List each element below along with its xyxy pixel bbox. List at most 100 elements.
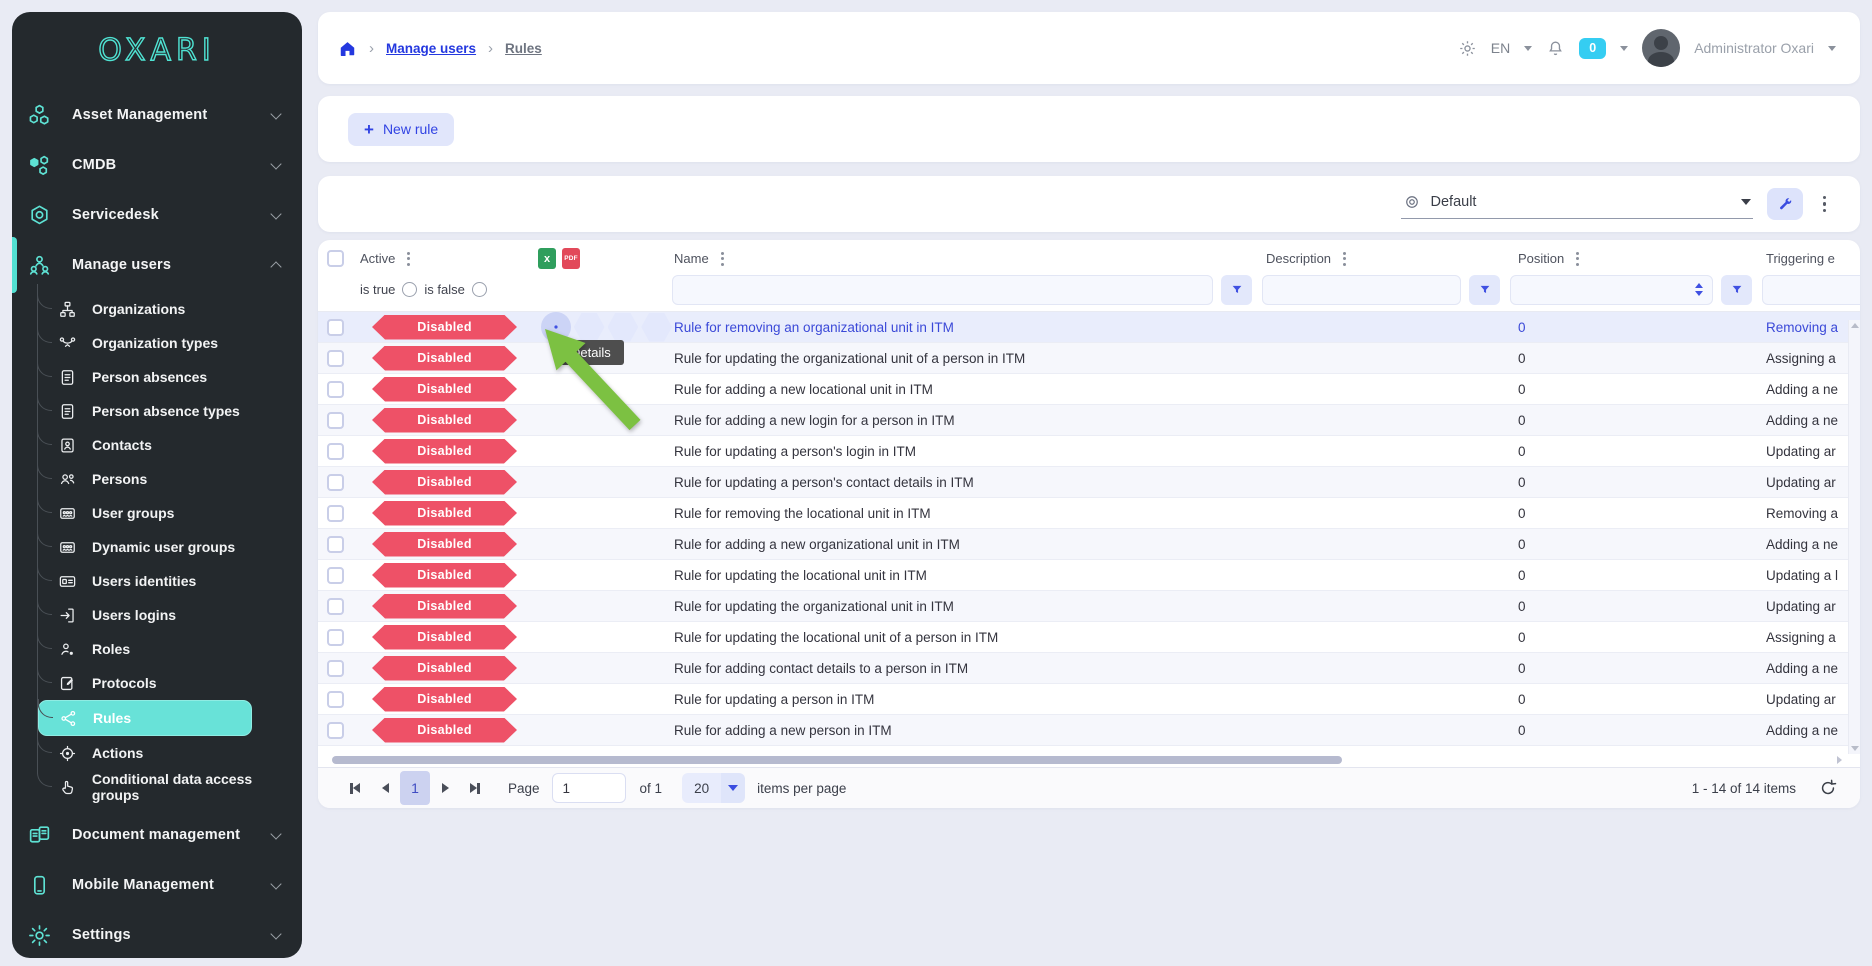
row-checkbox[interactable] bbox=[327, 412, 344, 429]
filter-is-false-radio[interactable] bbox=[472, 282, 487, 297]
row-checkbox[interactable] bbox=[327, 722, 344, 739]
rule-name[interactable]: Rule for updating a person in ITM bbox=[672, 692, 1262, 707]
new-rule-button[interactable]: + New rule bbox=[348, 113, 454, 146]
rule-name[interactable]: Rule for updating the locational unit in… bbox=[672, 568, 1262, 583]
last-page-button[interactable] bbox=[460, 773, 490, 803]
row-checkbox[interactable] bbox=[327, 660, 344, 677]
language-selector[interactable]: EN bbox=[1491, 40, 1510, 56]
column-menu-icon[interactable] bbox=[717, 250, 728, 268]
column-header-triggering[interactable]: Triggering e bbox=[1766, 251, 1835, 266]
rule-name[interactable]: Rule for updating the organizational uni… bbox=[672, 599, 1262, 614]
name-filter-input[interactable] bbox=[672, 275, 1213, 305]
triggering-filter-input[interactable] bbox=[1762, 275, 1860, 305]
refresh-icon[interactable] bbox=[1818, 778, 1838, 798]
rule-name[interactable]: Rule for updating a person's login in IT… bbox=[672, 444, 1262, 459]
row-checkbox[interactable] bbox=[327, 691, 344, 708]
rule-name[interactable]: Rule for adding a new login for a person… bbox=[672, 413, 1262, 428]
rule-name[interactable]: Rule for adding a new locational unit in… bbox=[672, 382, 1262, 397]
sidebar-item-roles[interactable]: Roles bbox=[12, 632, 302, 666]
next-page-button[interactable] bbox=[430, 773, 460, 803]
chevron-down-icon[interactable] bbox=[1620, 46, 1628, 51]
sidebar-item-person-absences[interactable]: Person absences bbox=[12, 360, 302, 394]
grid-settings-button[interactable] bbox=[1767, 188, 1803, 220]
first-page-button[interactable] bbox=[340, 773, 370, 803]
sidebar-item-conditional-data-access-groups[interactable]: Conditional data access groups bbox=[12, 770, 302, 804]
row-checkbox[interactable] bbox=[327, 536, 344, 553]
scroll-up-icon[interactable] bbox=[1851, 323, 1859, 328]
row-checkbox[interactable] bbox=[327, 319, 344, 336]
details-button[interactable] bbox=[541, 312, 571, 342]
description-filter-input[interactable] bbox=[1262, 275, 1461, 305]
settings-gear-icon[interactable] bbox=[1458, 39, 1477, 58]
position-filter-button[interactable] bbox=[1721, 275, 1752, 305]
sidebar-item-cmdb[interactable]: CMDB bbox=[12, 140, 302, 190]
sidebar-item-organizations[interactable]: Organizations bbox=[12, 292, 302, 326]
page-number-input[interactable] bbox=[552, 773, 626, 803]
row-checkbox[interactable] bbox=[327, 443, 344, 460]
row-checkbox[interactable] bbox=[327, 598, 344, 615]
notification-count-badge[interactable]: 0 bbox=[1579, 38, 1606, 59]
name-filter-button[interactable] bbox=[1221, 275, 1252, 305]
rule-name[interactable]: Rule for adding a new person in ITM bbox=[672, 723, 1262, 738]
breadcrumb-manage-users[interactable]: Manage users bbox=[386, 41, 476, 56]
breadcrumb-rules[interactable]: Rules bbox=[505, 41, 542, 56]
rule-name[interactable]: Rule for removing the locational unit in… bbox=[672, 506, 1262, 521]
column-menu-icon[interactable] bbox=[1572, 250, 1583, 268]
home-icon[interactable] bbox=[338, 39, 357, 58]
sidebar-item-asset-management[interactable]: Asset Management bbox=[12, 90, 302, 140]
column-header-description[interactable]: Description bbox=[1266, 251, 1331, 266]
sidebar-item-person-absence-types[interactable]: Person absence types bbox=[12, 394, 302, 428]
sidebar-item-contacts[interactable]: Contacts bbox=[12, 428, 302, 462]
current-page-button[interactable]: 1 bbox=[400, 771, 430, 805]
scroll-right-icon[interactable] bbox=[1837, 756, 1842, 764]
edit-button[interactable] bbox=[574, 313, 605, 342]
export-pdf-icon[interactable]: PDF bbox=[562, 248, 580, 269]
sidebar-item-users-identities[interactable]: Users identities bbox=[12, 564, 302, 598]
filter-is-true-radio[interactable] bbox=[402, 282, 417, 297]
sidebar-item-document-management[interactable]: Document management bbox=[12, 810, 302, 860]
position-stepper[interactable] bbox=[1695, 283, 1703, 296]
sidebar-item-users-logins[interactable]: Users logins bbox=[12, 598, 302, 632]
sidebar-item-user-groups[interactable]: User groups bbox=[12, 496, 302, 530]
items-per-page-select[interactable]: 20 bbox=[682, 773, 745, 803]
send-button[interactable] bbox=[641, 313, 672, 342]
row-checkbox[interactable] bbox=[327, 350, 344, 367]
description-filter-button[interactable] bbox=[1469, 275, 1500, 305]
sidebar-item-settings[interactable]: Settings bbox=[12, 910, 302, 958]
horizontal-scrollbar-thumb[interactable] bbox=[332, 756, 1342, 764]
vertical-scrollbar[interactable] bbox=[1848, 320, 1860, 754]
row-checkbox[interactable] bbox=[327, 474, 344, 491]
sidebar-item-rules[interactable]: Rules bbox=[38, 700, 252, 736]
rule-name[interactable]: Rule for updating the organizational uni… bbox=[672, 351, 1262, 366]
sidebar-item-actions[interactable]: Actions bbox=[12, 736, 302, 770]
user-name[interactable]: Administrator Oxari bbox=[1694, 40, 1814, 56]
select-all-checkbox[interactable] bbox=[327, 250, 344, 267]
sidebar-item-protocols[interactable]: Protocols bbox=[12, 666, 302, 700]
chevron-down-icon[interactable] bbox=[1828, 46, 1836, 51]
avatar[interactable] bbox=[1642, 29, 1680, 67]
toolbar-menu-button[interactable] bbox=[1817, 192, 1833, 217]
view-select[interactable]: Default bbox=[1401, 189, 1753, 219]
rule-name[interactable]: Rule for adding a new organizational uni… bbox=[672, 537, 1262, 552]
position-filter-input[interactable] bbox=[1510, 275, 1713, 305]
column-menu-icon[interactable] bbox=[1339, 250, 1350, 268]
rule-name[interactable]: Rule for updating the locational unit of… bbox=[672, 630, 1262, 645]
sidebar-item-mobile-management[interactable]: Mobile Management bbox=[12, 860, 302, 910]
delete-button[interactable] bbox=[608, 313, 639, 342]
horizontal-scrollbar[interactable] bbox=[318, 755, 1848, 765]
row-checkbox[interactable] bbox=[327, 629, 344, 646]
sidebar-item-dynamic-user-groups[interactable]: Dynamic user groups bbox=[12, 530, 302, 564]
row-checkbox[interactable] bbox=[327, 381, 344, 398]
chevron-down-icon[interactable] bbox=[1524, 46, 1532, 51]
sidebar-item-manage-users[interactable]: Manage users bbox=[12, 240, 302, 290]
column-header-position[interactable]: Position bbox=[1518, 251, 1564, 266]
sidebar-item-persons[interactable]: Persons bbox=[12, 462, 302, 496]
sidebar-item-organization-types[interactable]: Organization types bbox=[12, 326, 302, 360]
column-menu-icon[interactable] bbox=[403, 250, 414, 268]
scroll-down-icon[interactable] bbox=[1851, 746, 1859, 751]
notifications-bell-icon[interactable] bbox=[1546, 39, 1565, 58]
rule-name[interactable]: Rule for updating a person's contact det… bbox=[672, 475, 1262, 490]
export-excel-icon[interactable]: x bbox=[538, 248, 556, 269]
column-header-active[interactable]: Active bbox=[360, 251, 395, 266]
row-checkbox[interactable] bbox=[327, 567, 344, 584]
